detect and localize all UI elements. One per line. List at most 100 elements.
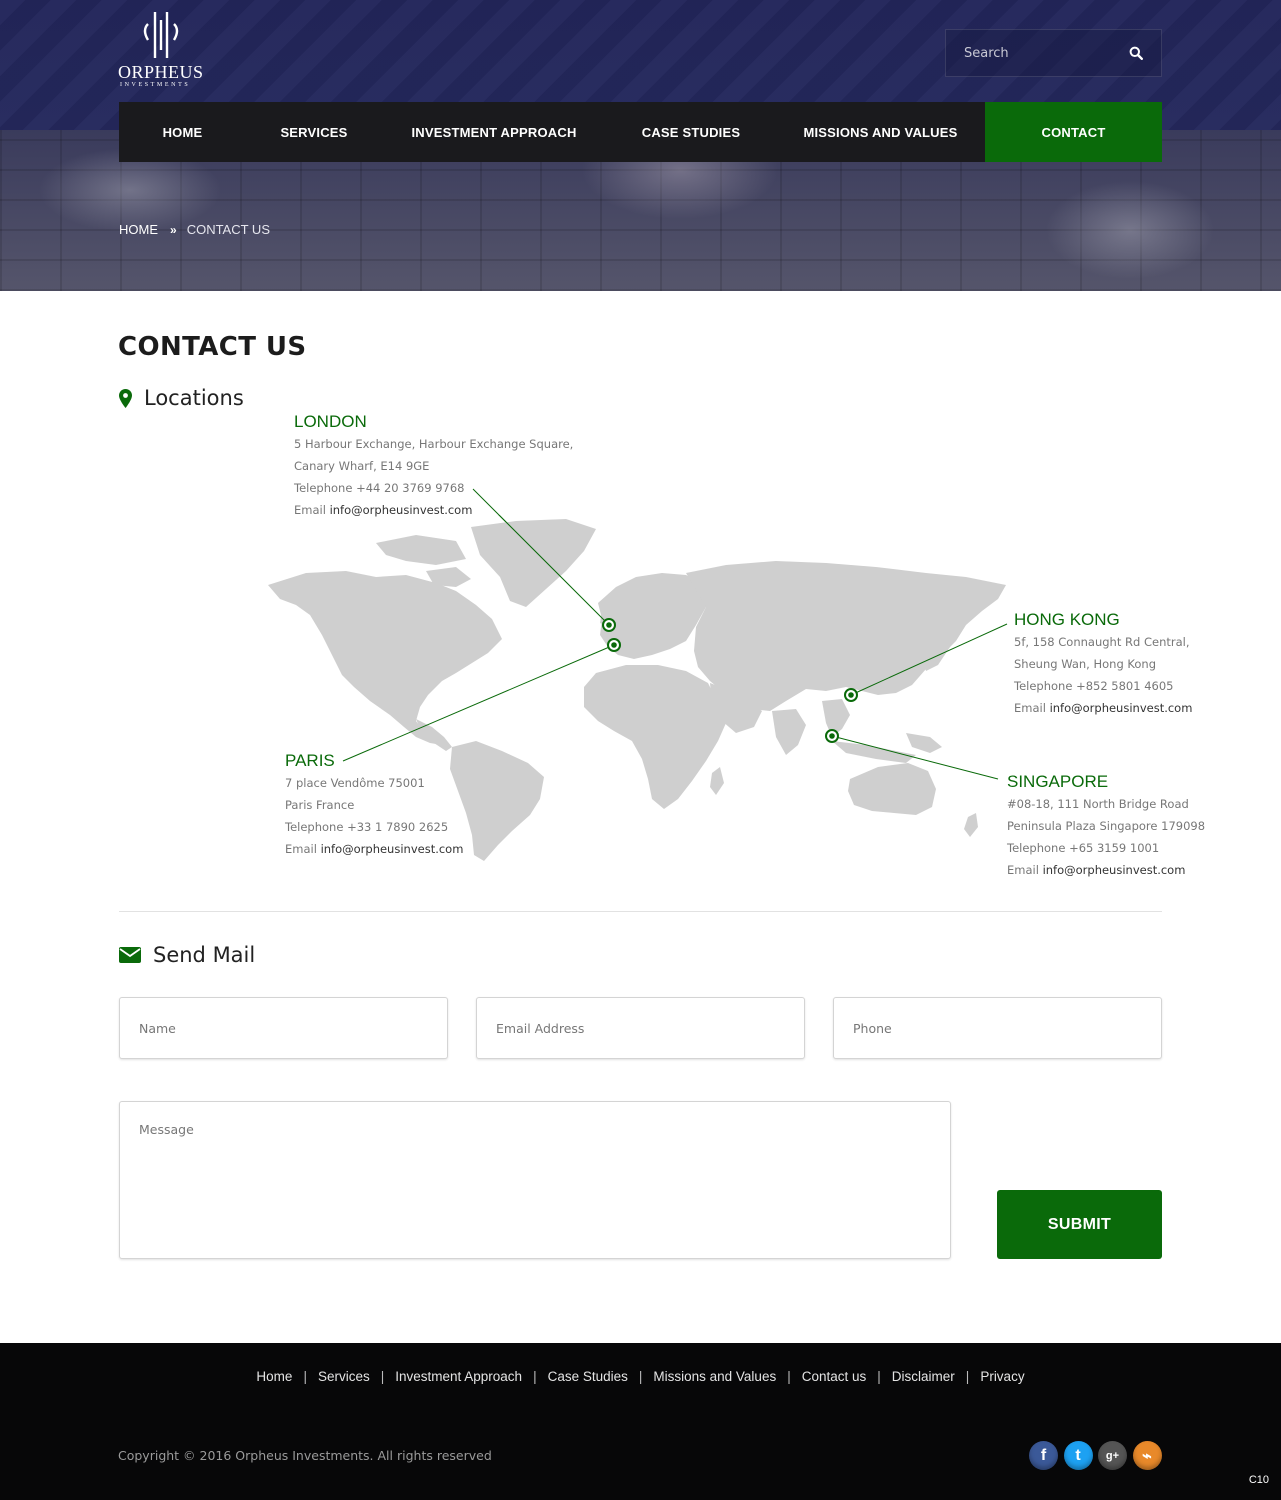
email-label: Email (1014, 701, 1046, 715)
office-singapore: SINGAPORE #08-18, 111 North Bridge Road … (1007, 771, 1205, 881)
separator: | (533, 1369, 537, 1384)
breadcrumb-current: CONTACT US (186, 222, 270, 237)
office-hong-kong: HONG KONG 5f, 158 Connaught Rd Central, … (1014, 609, 1192, 719)
message-textarea[interactable] (120, 1102, 950, 1258)
office-address-line1: #08-18, 111 North Bridge Road (1007, 797, 1189, 811)
email-link[interactable]: info@orpheusinvest.com (330, 503, 473, 517)
office-city: HONG KONG (1014, 610, 1120, 629)
email-link[interactable]: info@orpheusinvest.com (321, 842, 464, 856)
footer-link-home[interactable]: Home (256, 1369, 292, 1384)
footer-link-services[interactable]: Services (318, 1369, 370, 1384)
email-label: Email (285, 842, 317, 856)
logo-mark-icon (143, 12, 179, 58)
separator: | (380, 1369, 385, 1384)
email-link[interactable]: info@orpheusinvest.com (1050, 701, 1193, 715)
footer-link-disclaimer[interactable]: Disclaimer (892, 1369, 955, 1384)
phone-value: +65 3159 1001 (1069, 841, 1160, 855)
office-email-row: Email info@orpheusinvest.com (294, 499, 573, 521)
office-city: LONDON (294, 412, 367, 431)
office-paris: PARIS 7 place Vendôme 75001 Paris France… (285, 750, 463, 860)
locations-heading-label: Locations (144, 386, 244, 410)
pin-london-icon[interactable] (602, 618, 616, 632)
nav-missions-values[interactable]: MISSIONS AND VALUES (776, 102, 985, 162)
breadcrumb-home[interactable]: HOME (119, 222, 158, 237)
office-phone-row: Telephone +44 20 3769 9768 (294, 477, 573, 499)
office-address-line1: 5 Harbour Exchange, Harbour Exchange Squ… (294, 437, 574, 451)
pin-paris-icon[interactable] (607, 638, 621, 652)
map-marker-icon (119, 388, 132, 408)
pin-singapore-icon[interactable] (825, 729, 839, 743)
envelope-icon (119, 947, 141, 963)
office-phone-row: Telephone +65 3159 1001 (1007, 837, 1205, 859)
office-address-line1: 7 place Vendôme 75001 (285, 776, 425, 790)
office-address-line1: 5f, 158 Connaught Rd Central, (1014, 635, 1190, 649)
email-field-wrapper (476, 997, 805, 1059)
separator: | (303, 1369, 307, 1384)
office-email-row: Email info@orpheusinvest.com (1014, 697, 1192, 719)
nav-investment-approach[interactable]: INVESTMENT APPROACH (382, 102, 606, 162)
phone-label: Telephone (1007, 841, 1066, 855)
social-links: f t g+ ⌁ (1029, 1441, 1167, 1470)
email-label: Email (294, 503, 326, 517)
phone-field-wrapper (833, 997, 1162, 1059)
footer-link-case-studies[interactable]: Case Studies (548, 1369, 628, 1384)
office-email-row: Email info@orpheusinvest.com (285, 838, 463, 860)
nav-contact[interactable]: CONTACT (985, 102, 1162, 162)
chevron-right-icon: » (170, 222, 177, 237)
separator: | (965, 1369, 970, 1384)
section-divider (119, 911, 1162, 912)
search-icon[interactable] (1129, 46, 1143, 60)
pin-hong-kong-icon[interactable] (844, 688, 858, 702)
send-mail-heading: Send Mail (119, 943, 255, 967)
phone-value: +33 1 7890 2625 (347, 820, 449, 834)
email-link[interactable]: info@orpheusinvest.com (1043, 863, 1186, 877)
office-address-line2: Peninsula Plaza Singapore 179098 (1007, 819, 1206, 833)
nav-home[interactable]: HOME (119, 102, 246, 162)
breadcrumb: HOME » CONTACT US (119, 222, 270, 237)
footer-link-investment-approach[interactable]: Investment Approach (395, 1369, 522, 1384)
footer-link-privacy[interactable]: Privacy (980, 1369, 1024, 1384)
separator: | (638, 1369, 643, 1384)
office-address-line2: Canary Wharf, E14 9GE (294, 459, 430, 473)
nav-case-studies[interactable]: CASE STUDIES (606, 102, 776, 162)
office-london: LONDON 5 Harbour Exchange, Harbour Excha… (294, 411, 573, 521)
name-input[interactable] (120, 998, 447, 1058)
footer-link-contact[interactable]: Contact us (802, 1369, 867, 1384)
logo[interactable]: ORPHEUS INVESTMENTS (118, 8, 208, 90)
office-phone-row: Telephone +33 1 7890 2625 (285, 816, 463, 838)
copyright-text: Copyright © 2016 Orpheus Investments. Al… (118, 1448, 492, 1463)
footer-link-missions-values[interactable]: Missions and Values (653, 1369, 776, 1384)
facebook-icon[interactable]: f (1029, 1441, 1058, 1470)
locations-heading: Locations (119, 386, 244, 410)
google-plus-icon[interactable]: g+ (1098, 1441, 1127, 1470)
separator: | (787, 1369, 791, 1384)
rss-icon[interactable]: ⌁ (1132, 1441, 1162, 1470)
office-address-line2: Sheung Wan, Hong Kong (1014, 657, 1156, 671)
main-nav: HOME SERVICES INVESTMENT APPROACH CASE S… (119, 102, 1162, 162)
phone-label: Telephone (285, 820, 344, 834)
footer-nav: Home | Services | Investment Approach | Cas… (0, 1369, 1281, 1384)
office-email-row: Email info@orpheusinvest.com (1007, 859, 1205, 881)
phone-value: +44 20 3769 9768 (356, 481, 465, 495)
office-phone-row: Telephone +852 5801 4605 (1014, 675, 1192, 697)
submit-button[interactable]: SUBMIT (997, 1190, 1162, 1259)
send-mail-heading-label: Send Mail (153, 943, 256, 967)
separator: | (877, 1369, 881, 1384)
phone-label: Telephone (294, 481, 353, 495)
footer (0, 1343, 1281, 1500)
email-input[interactable] (477, 998, 804, 1058)
email-label: Email (1007, 863, 1039, 877)
twitter-icon[interactable]: t (1063, 1441, 1093, 1470)
message-field-wrapper (119, 1101, 951, 1259)
office-address-line2: Paris France (285, 798, 355, 812)
name-field-wrapper (119, 997, 448, 1059)
phone-label: Telephone (1014, 679, 1073, 693)
brand-name: ORPHEUS (118, 62, 204, 82)
corner-code: C10 (1248, 1474, 1269, 1486)
office-city: PARIS (285, 751, 335, 770)
phone-value: +852 5801 4605 (1076, 679, 1174, 693)
search-input[interactable] (964, 45, 1114, 61)
phone-input[interactable] (834, 998, 1161, 1058)
nav-services[interactable]: SERVICES (246, 102, 382, 162)
brand-tagline: INVESTMENTS (120, 82, 191, 88)
